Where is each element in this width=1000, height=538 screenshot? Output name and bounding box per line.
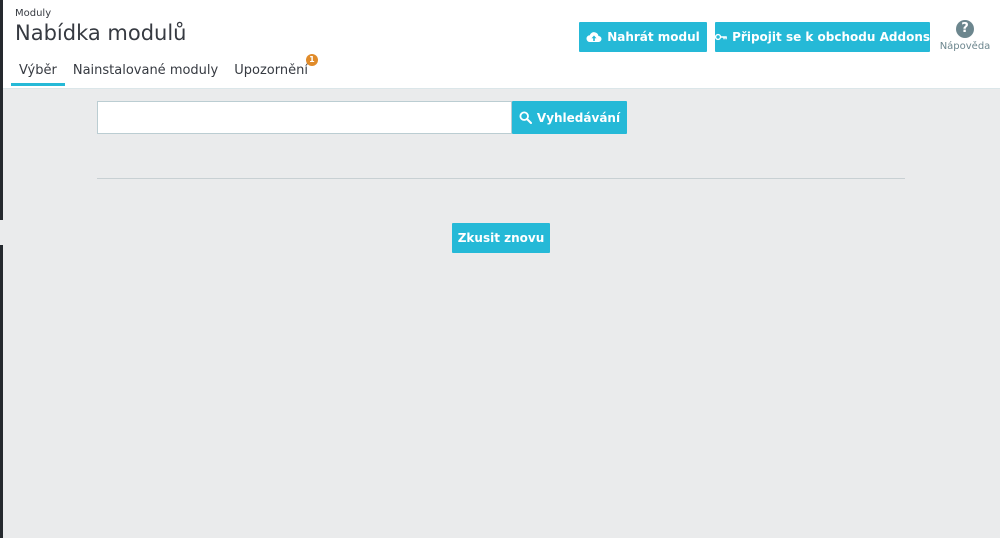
upload-module-label: Nahrát modul bbox=[607, 30, 700, 44]
tab-installed-modules[interactable]: Nainstalované moduly bbox=[65, 56, 226, 86]
tab-selection-label: Výběr bbox=[19, 63, 57, 78]
tab-installed-modules-label: Nainstalované moduly bbox=[72, 63, 219, 78]
retry-button[interactable]: Zkusit znovu bbox=[452, 223, 550, 253]
retry-button-label: Zkusit znovu bbox=[457, 231, 545, 245]
notification-badge: 1 bbox=[305, 54, 318, 66]
search-button[interactable]: Vyhledávání bbox=[512, 101, 627, 134]
help-button[interactable]: ? Nápověda bbox=[935, 20, 995, 52]
breadcrumb[interactable]: Moduly bbox=[15, 8, 51, 19]
page-header: Moduly Nabídka modulů Výběr Nainstalovan… bbox=[3, 0, 1000, 89]
left-edge-bar-lower bbox=[0, 245, 3, 538]
tab-notifications[interactable]: Upozornění 1 bbox=[226, 54, 318, 86]
connect-addons-label: Připojit se k obchodu Addons bbox=[732, 30, 930, 44]
upload-module-button[interactable]: Nahrát modul bbox=[579, 22, 707, 52]
tab-bar: Výběr Nainstalované moduly Upozornění 1 bbox=[11, 54, 318, 88]
search-icon bbox=[519, 111, 532, 124]
module-search-input[interactable] bbox=[97, 101, 512, 134]
cloud-upload-icon bbox=[586, 32, 602, 43]
page-title: Nabídka modulů bbox=[15, 21, 187, 45]
tab-selection[interactable]: Výběr bbox=[11, 56, 65, 86]
tab-notifications-label: Upozornění bbox=[234, 63, 308, 78]
content-divider bbox=[97, 178, 905, 179]
connect-addons-button[interactable]: Připojit se k obchodu Addons bbox=[715, 22, 930, 52]
key-icon bbox=[715, 33, 727, 41]
help-label: Nápověda bbox=[939, 41, 991, 52]
search-button-label: Vyhledávání bbox=[536, 110, 621, 125]
question-circle-icon: ? bbox=[956, 20, 974, 38]
